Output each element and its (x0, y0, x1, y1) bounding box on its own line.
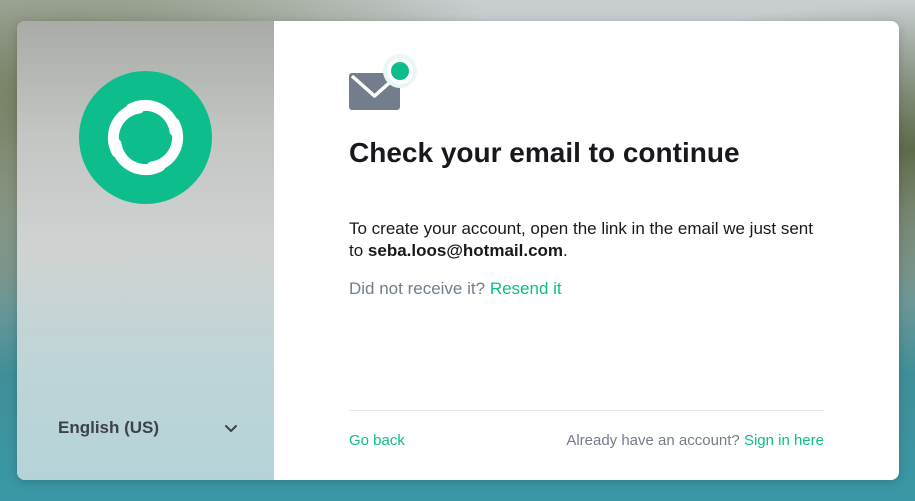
verification-message: To create your account, open the link in… (349, 218, 829, 262)
auth-sidebar: English (US) (17, 21, 274, 480)
registration-card: English (US) Check your email to continu… (17, 21, 899, 480)
page-title: Check your email to continue (349, 137, 740, 168)
message-suffix: . (563, 241, 568, 260)
language-label: English (US) (58, 418, 160, 437)
resend-prompt: Did not receive it? (349, 279, 486, 298)
main-content: Check your email to continue To create y… (274, 21, 899, 480)
sign-in-link[interactable]: Sign in here (744, 432, 824, 449)
signin-row: Already have an account? Sign in here (566, 432, 824, 449)
element-logo-icon (79, 71, 212, 204)
go-back-link[interactable]: Go back (349, 432, 405, 449)
chevron-down-icon (225, 425, 237, 432)
signin-prompt: Already have an account? (566, 432, 740, 449)
language-selector[interactable]: English (US) (58, 414, 238, 442)
divider (349, 410, 824, 411)
email-address: seba.loos@hotmail.com (367, 241, 564, 260)
resend-link[interactable]: Resend it (490, 279, 562, 298)
element-logo-glyph (107, 99, 184, 176)
envelope-notification-icon (349, 54, 417, 110)
resend-row: Did not receive it? Resend it (349, 279, 562, 299)
